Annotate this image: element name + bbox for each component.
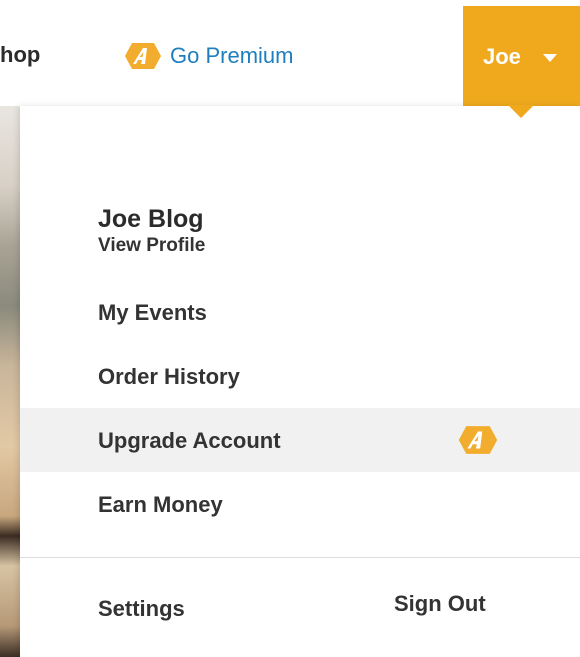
top-navigation-bar: hop Go Premium Joe	[0, 0, 580, 106]
dropdown-pointer	[508, 105, 534, 118]
user-menu-button[interactable]: Joe	[463, 6, 580, 106]
menu-item-label: Order History	[98, 364, 240, 389]
menu-divider	[20, 557, 580, 558]
menu-item-my-events[interactable]: My Events	[20, 280, 580, 344]
go-premium-link[interactable]: Go Premium	[124, 38, 293, 74]
menu-item-upgrade-account[interactable]: Upgrade Account	[20, 408, 580, 472]
user-menu-label: Joe	[483, 44, 521, 69]
menu-item-label: My Events	[98, 300, 207, 325]
user-dropdown-menu: Joe Blog View Profile My Events Order Hi…	[20, 106, 580, 657]
menu-item-label: Upgrade Account	[98, 428, 281, 453]
menu-item-label: Earn Money	[98, 492, 223, 517]
menu-item-earn-money[interactable]: Earn Money	[20, 472, 580, 536]
caret-down-icon	[543, 54, 557, 62]
premium-badge-icon	[125, 43, 161, 69]
view-profile-link[interactable]: View Profile	[98, 235, 205, 257]
profile-name: Joe Blog	[98, 205, 204, 233]
go-premium-label: Go Premium	[170, 43, 294, 68]
nav-shop-link[interactable]: hop	[0, 42, 40, 68]
menu-item-order-history[interactable]: Order History	[20, 344, 580, 408]
premium-badge-icon	[458, 426, 498, 454]
sign-out-link[interactable]: Sign Out	[394, 591, 486, 617]
settings-link[interactable]: Settings	[98, 596, 185, 622]
background-page-image	[0, 106, 20, 657]
